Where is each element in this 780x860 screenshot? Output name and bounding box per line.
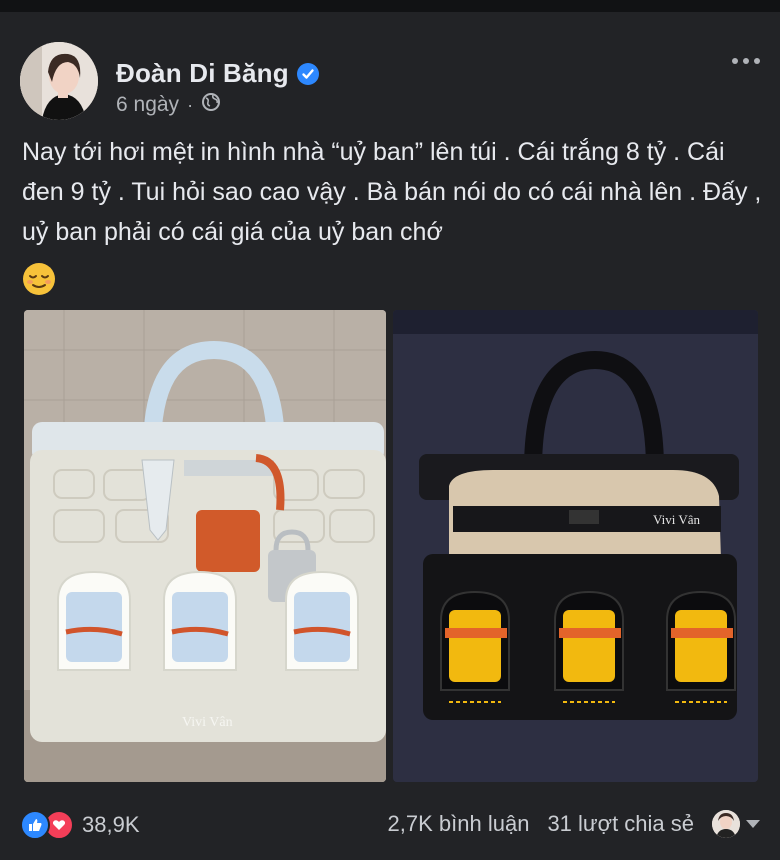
author-name[interactable]: Đoàn Di Băng: [116, 58, 289, 89]
watermark-1: Vivi Vân: [182, 715, 233, 730]
reaction-summary[interactable]: 38,9K: [20, 810, 140, 840]
status-bar: [0, 0, 780, 12]
watermark-2: Vivi Vân: [653, 512, 701, 527]
audience-dropdown-icon[interactable]: [746, 820, 760, 828]
reaction-count: 38,9K: [82, 812, 140, 837]
post-time[interactable]: 6 ngày: [116, 93, 179, 117]
verified-badge-icon: [296, 62, 319, 85]
share-count[interactable]: 31 lượt chia sẻ: [547, 811, 694, 837]
post-text: Nay tới hơi mệt in hình nhà “uỷ ban” lên…: [22, 138, 762, 246]
globe-icon: [201, 92, 221, 118]
more-options-icon[interactable]: [732, 58, 760, 64]
post-photo-black-bag[interactable]: Vivi Vân: [393, 310, 758, 782]
relieved-face-icon: [22, 262, 56, 296]
author-avatar[interactable]: [20, 42, 98, 120]
like-icon: [20, 810, 50, 840]
post-photo-white-bag[interactable]: Vivi Vân: [24, 310, 386, 782]
viewer-avatar[interactable]: [712, 810, 740, 838]
meta-separator: ·: [187, 94, 194, 115]
facebook-post: Đoàn Di Băng 6 ngày · Nay tới hơi mệt in…: [0, 12, 780, 860]
comment-count[interactable]: 2,7K bình luận: [388, 811, 530, 837]
